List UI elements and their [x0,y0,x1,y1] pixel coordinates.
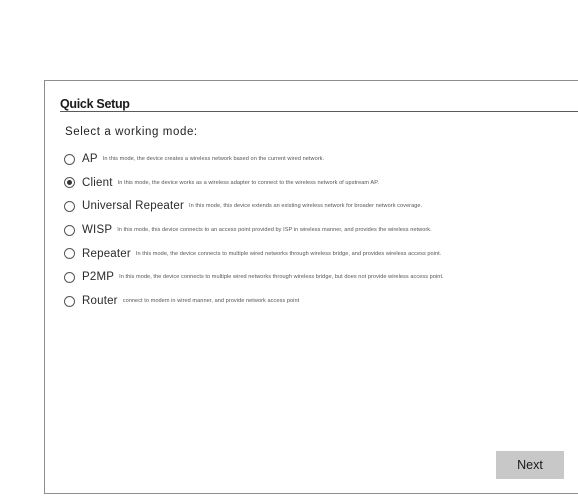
mode-description: In this mode, this device extends an exi… [189,203,423,210]
working-mode-list: AP In this mode, the device creates a wi… [64,152,578,318]
mode-description: In this mode, this device connects to an… [117,227,432,234]
mode-option-router[interactable]: Router connect to modem in wired manner,… [64,294,578,308]
mode-option-repeater[interactable]: Repeater In this mode, the device connec… [64,247,578,261]
working-mode-prompt: Select a working mode: [65,126,198,138]
radio-button[interactable] [64,271,75,283]
mode-description: In this mode, the device connects to mul… [119,274,444,281]
mode-description: In this mode, the device works as a wire… [117,179,379,186]
mode-name: WISP [82,224,113,237]
mode-description: In this mode, the device creates a wirel… [102,156,325,162]
mode-name: Universal Repeater [82,200,185,213]
mode-option-ap[interactable]: AP In this mode, the device creates a wi… [64,152,578,166]
mode-option-client[interactable]: Client In this mode, the device works as… [64,176,578,190]
mode-description: connect to modem in wired manner, and pr… [122,298,300,305]
mode-description: In this mode, the device connects to mul… [135,250,442,257]
mode-option-p2mp[interactable]: P2MP In this mode, the device connects t… [64,270,578,284]
radio-button[interactable] [64,200,75,212]
radio-button[interactable] [64,295,75,307]
radio-button[interactable] [64,224,75,236]
mode-name: AP [82,153,98,165]
next-button[interactable]: Next [496,451,564,479]
radio-button[interactable] [64,153,75,165]
mode-option-wisp[interactable]: WISP In this mode, this device connects … [64,223,578,237]
mode-name: P2MP [82,271,115,284]
title-divider [60,111,578,112]
mode-name: Client [82,176,113,189]
mode-option-universal-repeater[interactable]: Universal Repeater In this mode, this de… [64,199,578,213]
page-title: Quick Setup [60,97,130,111]
mode-name: Repeater [82,247,131,260]
mode-name: Router [82,295,118,308]
quick-setup-panel: Quick Setup Select a working mode: AP In… [44,80,578,494]
radio-button-selected[interactable] [64,177,75,189]
radio-button[interactable] [64,248,75,260]
